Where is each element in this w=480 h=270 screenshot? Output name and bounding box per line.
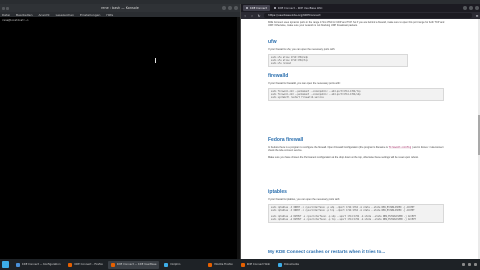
inline-code: firewall-config — [388, 146, 412, 149]
navigation-toolbar: ‹ › ↻ https://userbase.kde.org/KDEConnec… — [241, 12, 480, 19]
minimize-button[interactable] — [222, 6, 226, 10]
taskbar-item-label: KDE Connect — Konfiguration — [22, 263, 61, 266]
terminal-output[interactable]: rene@localhost:~> — [0, 17, 240, 259]
code-block[interactable]: sudo iptables -I INPUT -i <yourinterface… — [268, 204, 444, 224]
section-text: In Fedora there is a program to configur… — [268, 146, 448, 153]
code-line: sudo iptables -A OUTPUT -o <yourinterfac… — [271, 218, 416, 222]
menu-edit[interactable]: Bearbeiten — [16, 13, 32, 17]
code-line: sudo systemctl restart firewalld.service — [271, 96, 324, 100]
menu-view[interactable]: Ansicht — [39, 13, 50, 17]
clock-icon[interactable] — [474, 263, 477, 266]
menu-bookmarks[interactable]: Lesezeichen — [56, 13, 74, 17]
network-icon[interactable] — [462, 263, 465, 266]
firefox-icon — [68, 262, 73, 267]
terminal-window[interactable]: rene : bash — Konsole Datei Bearbeiten A… — [0, 4, 240, 259]
section-text: Make sure you have chosen the Permanent … — [268, 155, 419, 159]
tab-label: KDE Connect — [250, 6, 267, 10]
text-cursor — [155, 58, 156, 63]
taskbar-item-label: KDE Connect — KDE UserBase — [116, 263, 157, 266]
tab-inactive[interactable]: KDE Connect – KDE UserBase Wiki — [271, 5, 326, 11]
maximize-button[interactable] — [469, 6, 473, 10]
taskbar-item[interactable]: KDE Connect – Firefox — [65, 261, 105, 269]
section-heading: iptables — [268, 189, 287, 195]
section-heading: ufw — [268, 39, 277, 45]
firefox-icon — [240, 262, 245, 267]
firefox-icon — [208, 262, 213, 267]
browser-window[interactable]: KDE Connect KDE Connect – KDE UserBase W… — [240, 4, 480, 259]
taskbar-item[interactable]: KDE Connect Wiki — [238, 261, 273, 269]
intro-paragraph: KDE Connect uses dynamic ports in the ra… — [268, 21, 445, 28]
taskbar-item-label: KDE Connect – Firefox — [74, 263, 103, 266]
dolphin-icon — [164, 262, 169, 267]
menu-hamburger-icon[interactable]: ≡ — [475, 14, 479, 18]
system-tray — [462, 263, 480, 266]
section-text: If your firewall is iptables, you can op… — [268, 198, 340, 201]
kde-favicon-icon — [273, 7, 276, 9]
taskbar-item-label: Mozilla Firefox — [214, 263, 233, 266]
menu-settings[interactable]: Einstellungen — [80, 13, 100, 17]
taskbar-item-label: KDE Connect Wiki — [246, 263, 270, 266]
menu-file[interactable]: Datei — [2, 13, 10, 17]
back-arrow-icon[interactable]: ‹ — [243, 14, 247, 18]
section-heading: firewalld — [268, 73, 289, 79]
menu-help[interactable]: Hilfe — [106, 13, 113, 17]
terminal-titlebar[interactable]: rene : bash — Konsole — [0, 4, 240, 12]
kde-favicon-icon — [246, 7, 248, 9]
taskbar-item-label: Dolphin — [170, 263, 181, 266]
code-block[interactable]: sudo ufw allow 1714:1764/udp sudo ufw al… — [268, 54, 408, 68]
tab-bar: KDE Connect KDE Connect – KDE UserBase W… — [241, 4, 480, 12]
taskbar-item[interactable]: KDE Connect — KDE UserBase — [107, 260, 160, 269]
page-content: KDE Connect uses dynamic ports in the ra… — [241, 19, 480, 259]
terminal-prompt: rene@localhost:~> — [2, 19, 29, 22]
fedora-section: Fedora firewall In Fedora there is a pro… — [268, 137, 448, 159]
terminal-title: rene : bash — Konsole — [101, 6, 139, 10]
maximize-button[interactable] — [228, 6, 232, 10]
section-text: If your firewall is ufw, you can open th… — [268, 48, 336, 51]
firefox-icon — [110, 262, 115, 267]
taskbar-item[interactable]: Mozilla Firefox — [205, 261, 235, 269]
application-launcher-icon[interactable] — [2, 261, 9, 268]
folder-icon — [277, 262, 282, 267]
tab-label: KDE Connect – KDE UserBase Wiki — [277, 6, 323, 10]
section-text: If your firewall is firewalld, you can o… — [268, 82, 341, 85]
taskbar-item[interactable]: Dolphin — [161, 261, 183, 269]
taskbar-item-label: Dokumente — [283, 263, 299, 266]
volume-icon[interactable] — [468, 263, 471, 266]
app-icon — [16, 262, 20, 267]
tab-active[interactable]: KDE Connect — [243, 5, 270, 11]
forward-arrow-icon[interactable]: › — [250, 14, 254, 18]
iptables-section: iptables If your firewall is iptables, y… — [268, 189, 448, 224]
minimize-button[interactable] — [463, 6, 467, 10]
code-line: sudo ufw reload — [271, 62, 291, 66]
close-button[interactable] — [475, 6, 479, 10]
taskbar: KDE Connect — Konfiguration KDE Connect … — [0, 259, 480, 270]
url-bar[interactable]: https://userbase.kde.org/KDEConnect — [264, 13, 472, 18]
reload-icon[interactable]: ↻ — [257, 14, 261, 18]
taskbar-item[interactable]: KDE Connect — Konfiguration — [13, 261, 63, 269]
taskbar-item[interactable]: Dokumente — [275, 261, 302, 269]
code-block[interactable]: sudo firewall-cmd --permanent --zone=pub… — [268, 88, 444, 102]
firewalld-section: firewalld If your firewall is firewalld,… — [268, 73, 448, 102]
ufw-section: ufw If your firewall is ufw, you can ope… — [268, 39, 448, 68]
crash-heading: My KDE Connect crashes or restarts when … — [268, 249, 386, 254]
section-heading: Fedora firewall — [268, 137, 304, 143]
close-button[interactable] — [234, 6, 238, 10]
